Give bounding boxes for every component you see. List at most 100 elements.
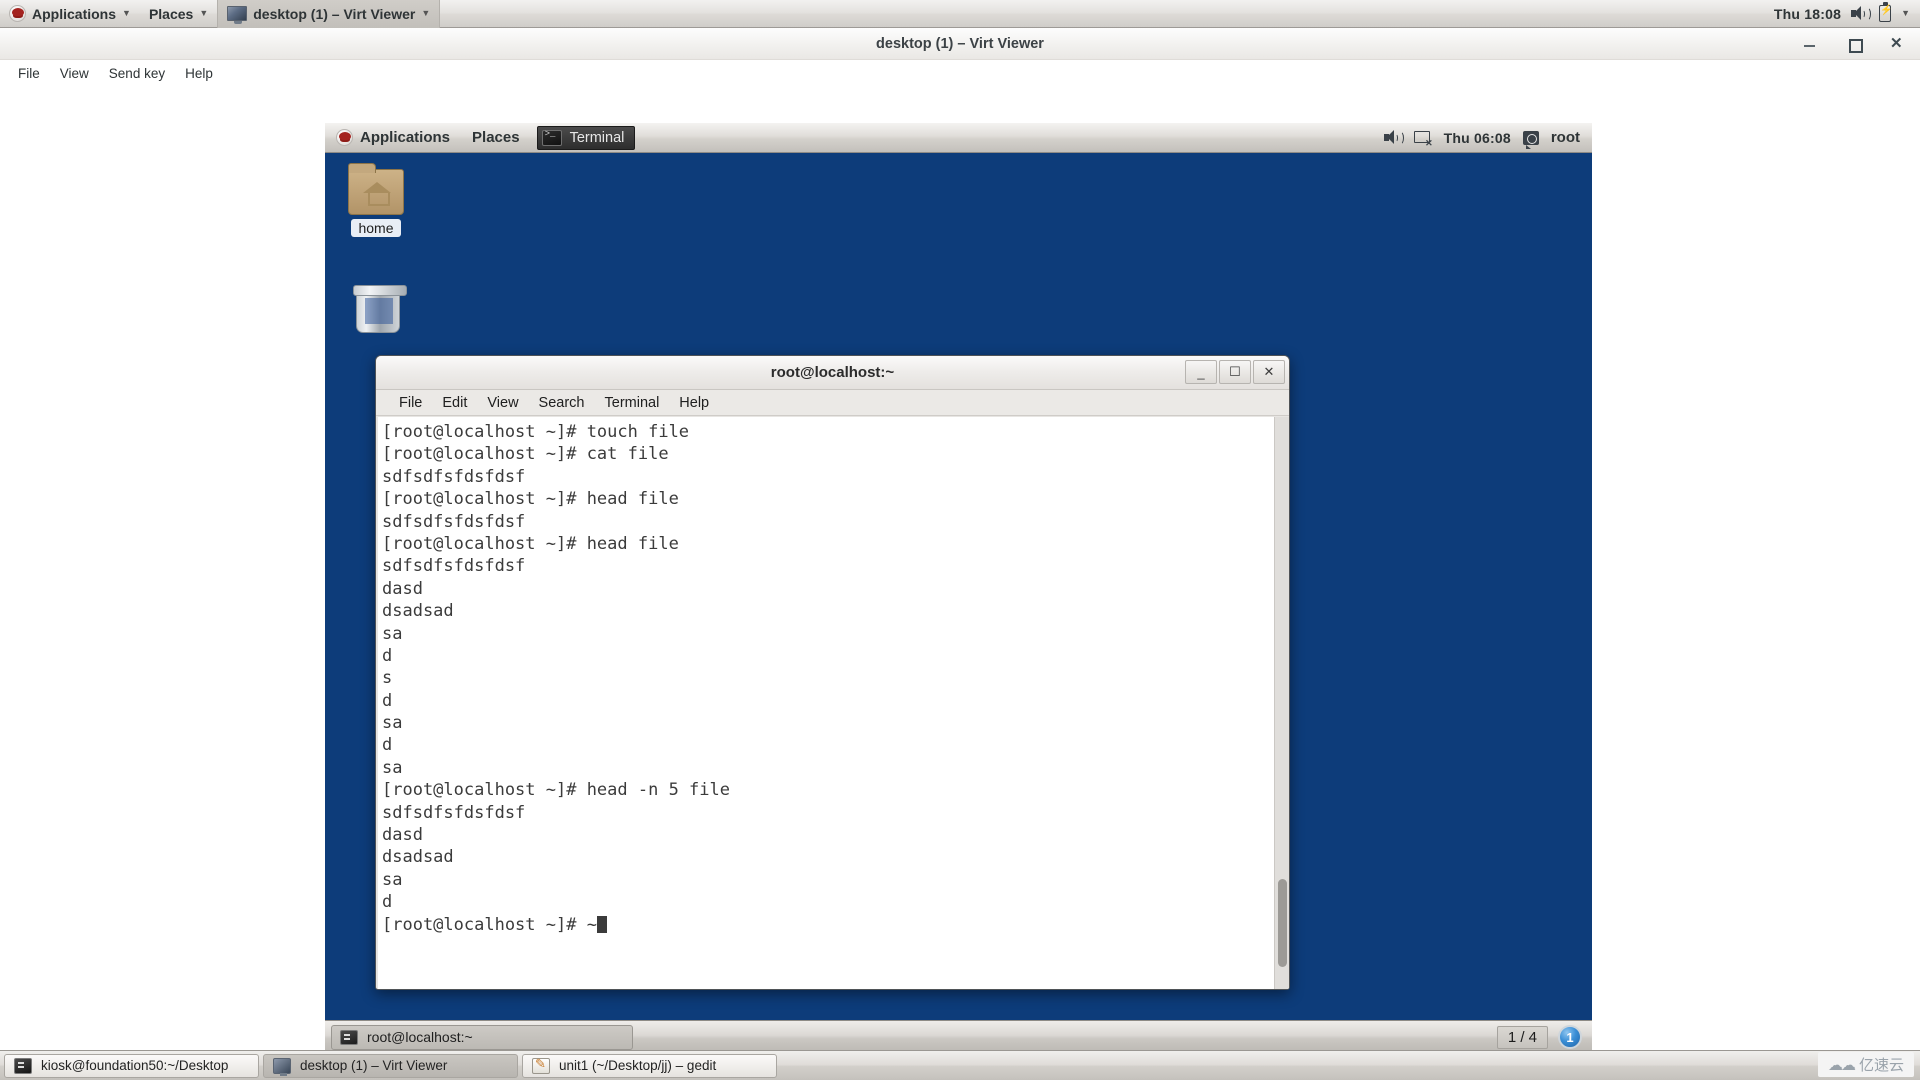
desktop-icon-home[interactable]: home <box>337 163 415 238</box>
close-icon[interactable] <box>1890 34 1906 52</box>
terminal-line: d <box>382 735 393 756</box>
taskbar-item-gedit[interactable]: unit1 (~/Desktop/jj) – gedit <box>522 1053 777 1078</box>
menu-view[interactable]: View <box>50 63 99 84</box>
volume-icon[interactable] <box>1851 6 1872 21</box>
virt-viewer-window-controls <box>1802 28 1906 60</box>
guest-user-label[interactable]: root <box>1551 129 1580 146</box>
terminal-prompt-text: [root@localhost ~]# ~ <box>382 914 597 935</box>
terminal-line: s <box>382 668 393 689</box>
terminal-line: dsadsad <box>382 847 454 868</box>
minimize-icon[interactable]: _ <box>1185 360 1217 384</box>
volume-icon[interactable] <box>1383 130 1404 145</box>
guest-panel-status-area: Thu 06:08 root <box>1383 129 1592 149</box>
redhat-icon <box>9 5 26 22</box>
guest-places-menu[interactable]: Places <box>461 123 531 153</box>
gedit-icon <box>532 1056 550 1074</box>
host-window-button-virt-viewer[interactable]: desktop (1) – Virt Viewer ▼ <box>217 0 441 28</box>
terminal-line: d <box>382 690 393 711</box>
home-folder-icon <box>348 163 404 215</box>
terminal-prompt-line[interactable]: [root@localhost ~]# ~ <box>382 914 1274 936</box>
host-clock[interactable]: Thu 18:08 <box>1774 6 1841 22</box>
host-applications-menu[interactable]: Applications ▼ <box>0 0 140 28</box>
menu-send-key[interactable]: Send key <box>99 63 175 84</box>
host-places-menu[interactable]: Places ▼ <box>140 0 217 28</box>
terminal-menubar: File Edit View Search Terminal Help <box>376 390 1289 416</box>
terminal-menu-terminal[interactable]: Terminal <box>596 393 669 413</box>
gnome-terminal-window[interactable]: root@localhost:~ _ ☐ ✕ File Edit View Se… <box>375 355 1290 990</box>
host-taskbar: kiosk@foundation50:~/Desktop desktop (1)… <box>0 1050 1920 1080</box>
network-disconnected-icon[interactable] <box>1413 130 1433 149</box>
terminal-menu-search[interactable]: Search <box>530 393 594 413</box>
guest-bottom-panel: root@localhost:~ 1 / 4 1 <box>325 1020 1592 1053</box>
terminal-line: d <box>382 645 393 666</box>
guest-applications-label: Applications <box>360 129 451 146</box>
taskbar-item-label: desktop (1) – Virt Viewer <box>300 1058 448 1073</box>
terminal-line: sa <box>382 869 403 890</box>
desktop-icon-home-label: home <box>351 219 401 237</box>
dropdown-caret-icon[interactable]: ▼ <box>1901 9 1910 18</box>
virt-viewer-window: desktop (1) – Virt Viewer File View Send… <box>0 28 1920 1053</box>
terminal-menu-edit[interactable]: Edit <box>433 393 476 413</box>
chevron-down-icon: ▼ <box>122 8 131 18</box>
terminal-menu-help[interactable]: Help <box>670 393 718 413</box>
terminal-line: dasd <box>382 578 423 599</box>
screen-icon <box>227 6 248 24</box>
terminal-line: [root@localhost ~]# cat file <box>382 444 669 465</box>
guest-window-button-terminal[interactable]: Terminal <box>536 125 636 150</box>
terminal-menu-view[interactable]: View <box>478 393 527 413</box>
host-panel-status-area: Thu 18:08 ▼ <box>1774 2 1920 22</box>
workspace-switcher-button[interactable]: 1 <box>1558 1025 1582 1049</box>
terminal-line: sdfsdfsfdsfdsf <box>382 466 526 487</box>
taskbar-item-label: kiosk@foundation50:~/Desktop <box>41 1058 229 1073</box>
host-places-label: Places <box>148 5 194 22</box>
guest-applications-menu[interactable]: Applications <box>325 123 461 153</box>
desktop-icon-trash[interactable] <box>339 285 417 333</box>
menu-file[interactable]: File <box>8 63 50 84</box>
maximize-icon[interactable]: ☐ <box>1219 360 1251 384</box>
terminal-line: [root@localhost ~]# head -n 5 file <box>382 780 730 801</box>
terminal-titlebar[interactable]: root@localhost:~ _ ☐ ✕ <box>376 356 1289 390</box>
terminal-title: root@localhost:~ <box>770 364 895 381</box>
host-top-panel: Applications ▼ Places ▼ desktop (1) – Vi… <box>0 0 1920 28</box>
terminal-cursor <box>596 915 607 933</box>
guest-clock[interactable]: Thu 06:08 <box>1444 130 1511 146</box>
terminal-scrollbar[interactable] <box>1274 417 1289 989</box>
terminal-icon <box>541 129 562 146</box>
virt-viewer-menubar: File View Send key Help <box>0 60 1920 86</box>
trash-icon <box>353 285 407 333</box>
cloud-icon: ☁☁ <box>1827 1056 1856 1074</box>
terminal-icon <box>340 1029 358 1045</box>
chevron-down-icon: ▼ <box>421 8 431 18</box>
virt-viewer-titlebar[interactable]: desktop (1) – Virt Viewer <box>0 28 1920 60</box>
menu-help[interactable]: Help <box>175 63 223 84</box>
maximize-icon[interactable] <box>1846 36 1863 53</box>
terminal-line: sa <box>382 623 403 644</box>
terminal-line: sa <box>382 757 403 778</box>
terminal-scrollbar-thumb[interactable] <box>1278 879 1287 967</box>
guest-vm-viewport[interactable]: Applications Places Terminal Thu 06:08 r… <box>325 123 1592 1053</box>
workspace-indicator[interactable]: 1 / 4 <box>1496 1025 1548 1049</box>
terminal-menu-file[interactable]: File <box>390 393 431 413</box>
terminal-output[interactable]: [root@localhost ~]# touch file [root@loca… <box>378 417 1274 989</box>
terminal-line: dasd <box>382 825 423 846</box>
screen-icon <box>273 1057 291 1076</box>
terminal-line: sdfsdfsfdsfdsf <box>382 511 526 532</box>
guest-taskbar-item-label: root@localhost:~ <box>367 1029 473 1045</box>
minimize-icon[interactable] <box>1802 36 1818 52</box>
terminal-line: [root@localhost ~]# touch file <box>382 422 690 442</box>
close-icon[interactable]: ✕ <box>1253 360 1285 384</box>
terminal-line: sdfsdfsfdsfdsf <box>382 556 526 577</box>
chevron-down-icon: ▼ <box>199 8 209 18</box>
terminal-line: sa <box>382 713 403 734</box>
terminal-body[interactable]: [root@localhost ~]# touch file [root@loca… <box>378 417 1289 989</box>
guest-taskbar-item-terminal[interactable]: root@localhost:~ <box>331 1024 633 1050</box>
terminal-line: d <box>382 892 393 913</box>
guest-top-panel: Applications Places Terminal Thu 06:08 r… <box>325 123 1592 153</box>
terminal-line: [root@localhost ~]# head file <box>382 533 679 554</box>
terminal-icon <box>14 1057 32 1074</box>
battery-icon[interactable] <box>1879 2 1892 22</box>
taskbar-item-virt-viewer[interactable]: desktop (1) – Virt Viewer <box>263 1053 518 1078</box>
taskbar-item-kiosk-terminal[interactable]: kiosk@foundation50:~/Desktop <box>4 1053 259 1078</box>
terminal-line: dsadsad <box>382 601 454 622</box>
terminal-window-controls: _ ☐ ✕ <box>1185 360 1285 384</box>
